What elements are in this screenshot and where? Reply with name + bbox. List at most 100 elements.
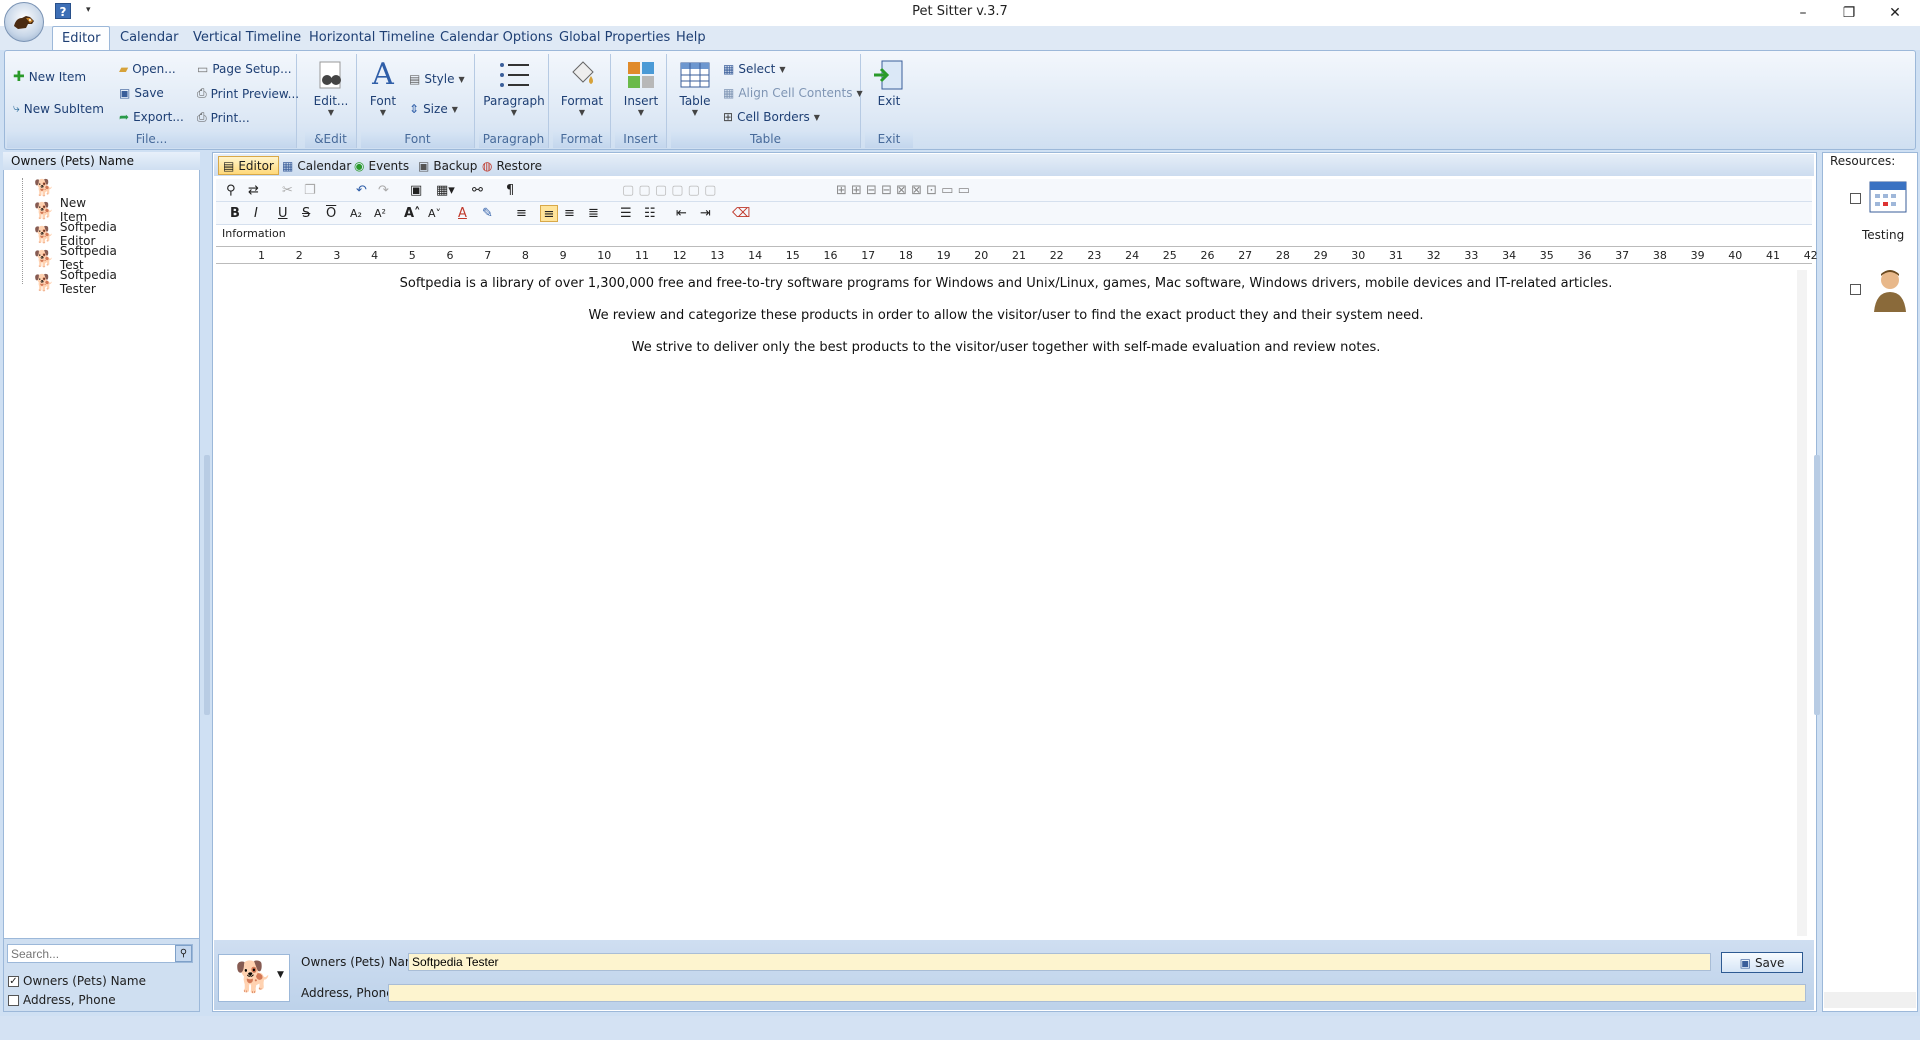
close-button[interactable]: ✕ [1872,0,1918,26]
shrink-font-icon[interactable]: A˅ [428,205,441,222]
edit-caption: &Edit [305,132,356,148]
edit-button[interactable]: Edit... ▼ [307,54,355,117]
align-cell-button[interactable]: ▦ Align Cell Contents ▼ [723,86,863,100]
format-button[interactable]: Format ▼ [555,54,609,117]
print-preview-button[interactable]: ⎙ Print Preview... [197,86,299,101]
font-button[interactable]: A Font ▼ [363,54,403,118]
table-button[interactable]: Table ▼ [673,54,717,117]
cell-borders-button[interactable]: ⊞ Cell Borders ▼ [723,110,820,124]
binoculars-search-icon[interactable]: ⚲ [175,945,192,962]
ruler-number: 16 [823,249,838,262]
tab-calendar[interactable]: Calendar [111,26,187,50]
clear-format-icon[interactable]: ⌫ [732,205,750,222]
subtab-events[interactable]: ◉ Events [350,156,413,175]
save-ribbon-button[interactable]: ▣ Save [119,86,164,100]
maximize-button[interactable]: ❐ [1826,0,1872,26]
owner-name-input[interactable] [408,953,1711,971]
page-setup-button[interactable]: ▭ Page Setup... [197,62,292,76]
tree-item-softpedia-test[interactable]: 🐕 Softpedia Test [34,244,117,272]
select-button[interactable]: ▦ Select ▼ [723,62,786,76]
document-area[interactable]: Softpedia is a library of over 1,300,000… [216,266,1796,936]
subtab-restore[interactable]: ◍ Restore [478,156,546,175]
ruler-number: 27 [1238,249,1253,262]
tab-editor[interactable]: Editor [52,26,111,50]
tab-vertical-timeline[interactable]: Vertical Timeline [184,26,310,50]
ruler[interactable]: 1 2 3 4 5 6 7 8 9 10 11 12 13 14 15 16 17 18 19 20 21 22 23 24 2… [216,246,1818,264]
left-splitter[interactable] [204,455,210,715]
new-subitem-button[interactable]: ⤷ New SubItem [13,101,104,116]
table-edit-icons[interactable]: ⊞ ⊞ ⊟ ⊟ ⊠ ⊠ ⊡ ▭ ▭ [836,182,970,199]
overline-icon[interactable]: O [326,205,336,222]
open-button[interactable]: ▰ Open... [119,62,176,76]
find-icon[interactable]: ⚲ [226,182,236,199]
avatar-dropdown-icon[interactable]: ▼ [277,970,284,980]
tab-global-properties[interactable]: Global Properties [550,26,679,50]
resource-checkbox-2[interactable] [1850,284,1861,295]
copy-icon[interactable]: ❐ [304,182,316,199]
tab-horizontal-timeline[interactable]: Horizontal Timeline [300,26,444,50]
numbering-icon[interactable]: ☷ [644,205,656,222]
ruler-number: 2 [295,249,303,262]
undo-icon[interactable]: ↶ [356,182,367,199]
pilcrow-icon[interactable]: ¶ [506,182,514,199]
justify-icon[interactable]: ≣ [588,205,599,222]
size-button[interactable]: ⇕ Size ▼ [409,102,458,116]
window-title: Pet Sitter v.3.7 [912,4,1008,19]
tree-item-softpedia-editor[interactable]: 🐕 Softpedia Editor [34,220,117,248]
chk-owners-name[interactable]: ✓ Owners (Pets) Name [8,974,146,988]
italic-icon[interactable]: I [254,205,258,222]
resource-checkbox-1[interactable] [1850,193,1861,204]
tree-item-root[interactable]: 🐕 [34,176,60,198]
decrease-indent-icon[interactable]: ⇤ [676,205,687,222]
paragraph-button[interactable]: Paragraph ▼ [481,54,547,117]
border-icon[interactable]: ▢ ▢ ▢ ▢ ▢ ▢ [622,182,716,199]
paragraph-caption: Paragraph [479,132,548,148]
edit-label: Edit... [313,94,349,108]
tree-item-new-item[interactable]: 🐕 New Item [34,196,87,224]
align-left-icon[interactable]: ≡ [516,205,527,222]
right-splitter[interactable] [1814,455,1820,715]
new-item-button[interactable]: ✚ New Item [13,69,86,85]
subtab-backup[interactable]: ▣ Backup [414,156,481,175]
superscript-icon[interactable]: A² [374,205,386,222]
increase-indent-icon[interactable]: ⇥ [700,205,711,222]
ruler-number: 6 [446,249,454,262]
bullets-icon[interactable]: ☰ [620,205,632,222]
tree-item-softpedia-tester[interactable]: 🐕 Softpedia Tester [34,268,117,296]
underline-icon[interactable]: U [278,205,288,222]
print-button[interactable]: ⎙ Print... [197,110,250,125]
subtab-calendar[interactable]: ▦ Calendar [278,156,355,175]
address-input[interactable] [388,984,1806,1002]
save-button[interactable]: ▣ Save [1721,952,1803,973]
vertical-scrollbar[interactable] [1797,270,1807,936]
tab-help[interactable]: Help [667,26,715,50]
subtab-editor[interactable]: ▤ Editor [218,156,279,175]
align-center-icon[interactable]: ≡ [540,205,558,222]
image-icon[interactable]: ▣ [410,182,422,199]
tab-calendar-options[interactable]: Calendar Options [431,26,562,50]
app-menu-button[interactable] [4,2,44,42]
folder-icon: ▰ [119,62,129,76]
font-color-icon[interactable]: A [458,205,467,222]
align-right-icon[interactable]: ≡ [564,205,575,222]
redo-icon[interactable]: ↷ [378,182,389,199]
link-icon[interactable]: ⚯ [472,182,483,199]
horizontal-scrollbar[interactable] [1824,992,1916,1008]
highlight-icon[interactable]: ✎ [482,205,493,222]
grow-font-icon[interactable]: A˄ [404,205,421,222]
minimize-button[interactable]: – [1780,0,1826,26]
chk-address-phone[interactable]: Address, Phone [8,993,116,1007]
cut-icon[interactable]: ✂ [282,182,293,199]
style-button[interactable]: ▤ Style ▼ [409,72,465,86]
exit-button[interactable]: Exit [867,54,911,108]
insert-button[interactable]: Insert ▼ [617,54,665,117]
bold-icon[interactable]: B [230,205,240,222]
export-button[interactable]: ➦ Export... [119,110,184,124]
strikethrough-icon[interactable]: S [302,205,310,222]
replace-icon[interactable]: ⇄ [248,182,259,199]
floppy-icon: ▣ [119,86,131,100]
subscript-icon[interactable]: A₂ [350,205,362,222]
insert-table-icon[interactable]: ▦▾ [436,182,455,199]
preview-icon: ⎙ [197,86,207,100]
search-input[interactable] [7,944,193,963]
